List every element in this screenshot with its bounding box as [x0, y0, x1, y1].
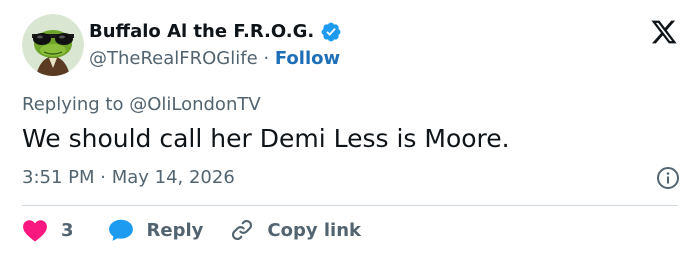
- x-logo-icon[interactable]: [650, 18, 678, 46]
- copy-link-label: Copy link: [267, 219, 361, 241]
- speech-bubble-icon: [108, 219, 133, 241]
- copy-link-button[interactable]: Copy link: [229, 217, 361, 243]
- reply-button[interactable]: Reply: [108, 218, 204, 242]
- tweet-text: We should call her Demi Less is Moore.: [22, 124, 510, 153]
- author-handle-row: @TheRealFROGlife · Follow: [89, 47, 340, 71]
- verified-badge-icon: [320, 21, 342, 43]
- author-handle[interactable]: @TheRealFROGlife: [89, 48, 258, 69]
- author-display-name[interactable]: Buffalo Al the F.R.O.G.: [89, 20, 314, 44]
- tweet-card: Buffalo Al the F.R.O.G. @TheRealFROGlife…: [0, 0, 700, 256]
- link-icon: [232, 219, 253, 241]
- actions-divider: [22, 205, 678, 206]
- info-icon[interactable]: [656, 166, 680, 190]
- like-button[interactable]: 3: [22, 218, 74, 242]
- avatar[interactable]: [22, 14, 84, 76]
- frog-avatar-image: [22, 14, 84, 76]
- follow-link[interactable]: Follow: [275, 48, 340, 69]
- author-name-row: Buffalo Al the F.R.O.G.: [89, 20, 342, 44]
- like-count: 3: [61, 219, 74, 241]
- reply-label: Reply: [146, 219, 204, 241]
- handle-separator: ·: [257, 48, 275, 69]
- heart-icon: [23, 220, 47, 242]
- tweet-timestamp[interactable]: 3:51 PM · May 14, 2026: [22, 166, 235, 190]
- replying-to-label: Replying to @OliLondonTV: [22, 94, 261, 115]
- action-bar: 3 Reply Copy link: [22, 216, 361, 244]
